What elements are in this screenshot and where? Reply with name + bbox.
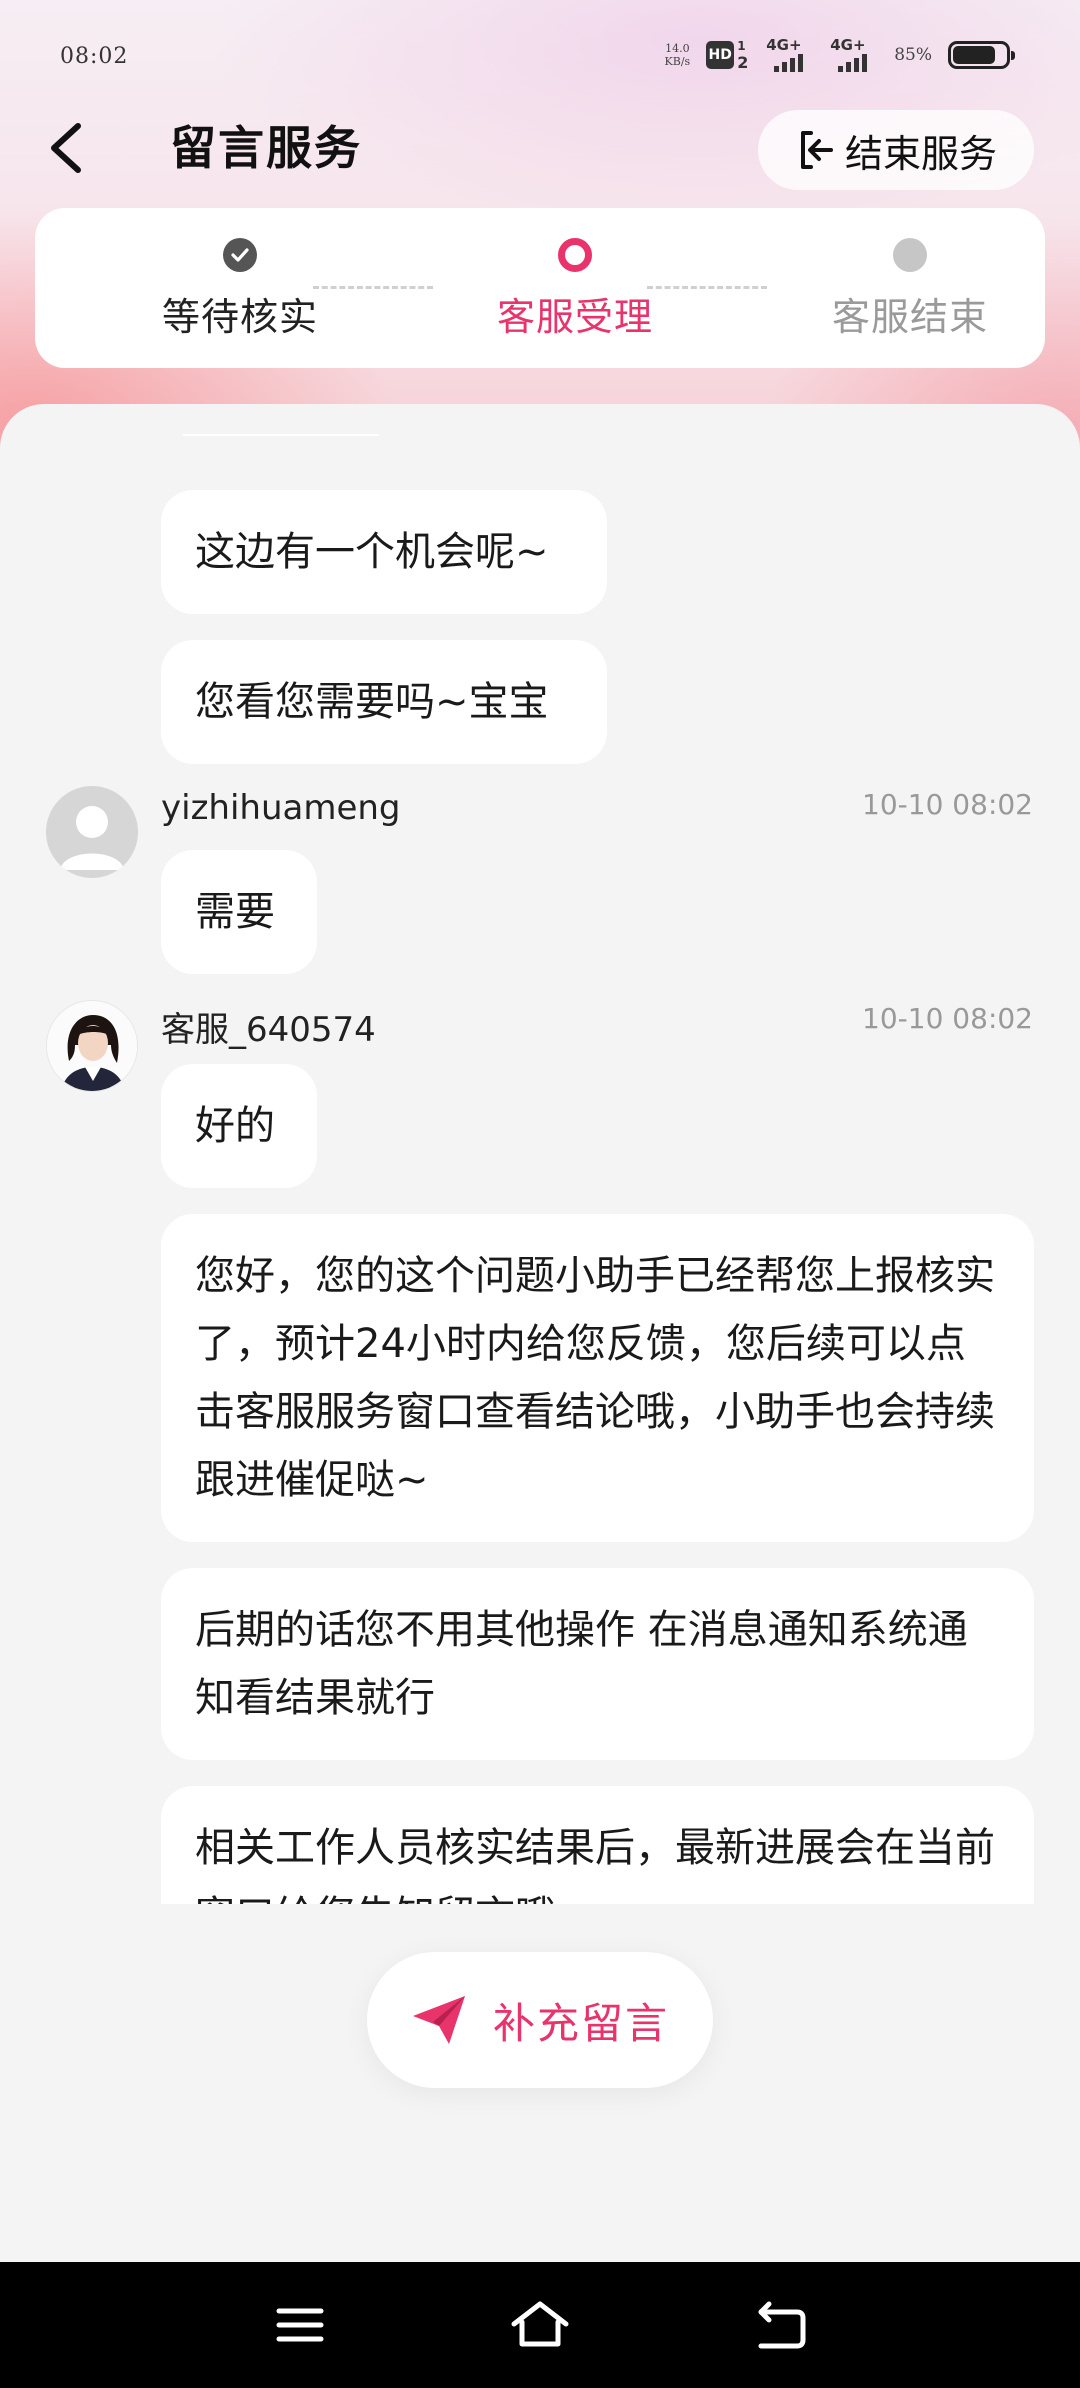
back-return-icon	[758, 2301, 806, 2349]
message-bubble: 需要	[161, 850, 317, 974]
message-bubble: 您好，您的这个问题小助手已经帮您上报核实了，预计24小时内给您反馈，您后续可以点…	[161, 1214, 1034, 1542]
user-avatar	[46, 786, 138, 878]
network-speed-value: 14.0	[665, 42, 690, 55]
signal-icon-2: 4G+	[830, 36, 878, 72]
home-icon	[511, 2301, 569, 2347]
signal-icon-1: 4G+	[766, 36, 814, 72]
active-step-icon	[558, 238, 592, 272]
supplement-message-label: 补充留言	[492, 1998, 669, 2048]
sender-name: yizhihuameng	[161, 788, 401, 828]
system-navigation-bar	[0, 2262, 1080, 2388]
message-bubble: 后期的话您不用其他操作 在消息通知系统通知看结果就行	[161, 1568, 1034, 1760]
step-label: 等待核实	[161, 295, 318, 339]
end-service-label: 结束服务	[844, 131, 997, 176]
message-bubble: 相关工作人员核实结果后，最新进展会在当前窗口给您告知留言哦	[161, 1786, 1034, 1904]
status-icons: 14.0 KB/s HD 1 2 4G+ 4G+ 85%	[665, 36, 1015, 72]
step-service-accepted: 客服受理	[455, 238, 695, 341]
step-service-ended: 客服结束	[790, 238, 1030, 341]
screen: 08:02 14.0 KB/s HD 1 2 4G+ 4G+ 85% 留言服务 …	[0, 0, 1080, 2388]
step-connector	[647, 286, 767, 289]
step-label: 客服受理	[496, 295, 653, 339]
hd-label: HD	[706, 41, 735, 69]
message-bubble: 这边有一个机会呢~	[161, 490, 607, 614]
supplement-message-button[interactable]: 补充留言	[367, 1952, 713, 2088]
status-bar: 08:02 14.0 KB/s HD 1 2 4G+ 4G+ 85%	[0, 0, 1080, 110]
menu-button[interactable]	[265, 2290, 335, 2360]
back-nav-button[interactable]	[745, 2290, 815, 2360]
step-waiting-verify: 等待核实	[120, 238, 360, 341]
message-time: 10-10 08:02	[862, 788, 1033, 821]
message-bubble: 您看您需要吗~宝宝	[161, 640, 607, 764]
signal-label-1: 4G+	[766, 36, 802, 54]
progress-card: 等待核实 客服受理 客服结束	[35, 208, 1045, 368]
pending-step-icon	[893, 238, 927, 272]
step-label: 客服结束	[831, 295, 988, 339]
chat-message-list[interactable]: 这边有一个机会呢~ 您看您需要吗~宝宝 yizhihuameng 10-10 0…	[0, 434, 1080, 1904]
default-user-icon	[60, 806, 124, 870]
battery-icon	[948, 41, 1015, 69]
signal-label-2: 4G+	[830, 36, 866, 54]
agent-avatar	[46, 1000, 138, 1092]
hd-sub: 2	[737, 53, 749, 72]
end-service-button[interactable]: 结束服务	[758, 110, 1034, 190]
agent-portrait-icon	[47, 1001, 137, 1091]
menu-icon	[276, 2308, 324, 2342]
send-plane-icon	[412, 1996, 465, 2044]
previous-bubble-edge	[183, 434, 379, 436]
battery-percent: 85%	[894, 45, 932, 65]
step-connector	[313, 286, 433, 289]
back-button[interactable]	[40, 110, 100, 180]
message-time: 10-10 08:02	[862, 1002, 1033, 1035]
home-button[interactable]	[505, 2290, 575, 2360]
status-time: 08:02	[60, 44, 129, 69]
check-circle-icon	[223, 238, 257, 272]
hd-voice-icon: HD 1 2	[706, 39, 750, 72]
network-speed-unit: KB/s	[664, 55, 691, 68]
hd-sup: 1	[737, 39, 746, 53]
network-speed: 14.0 KB/s	[665, 42, 691, 68]
message-bubble: 好的	[161, 1064, 317, 1188]
exit-icon	[800, 131, 833, 169]
sender-name: 客服_640574	[161, 1010, 376, 1050]
page-title: 留言服务	[170, 121, 362, 175]
back-arrow-icon	[51, 123, 81, 173]
